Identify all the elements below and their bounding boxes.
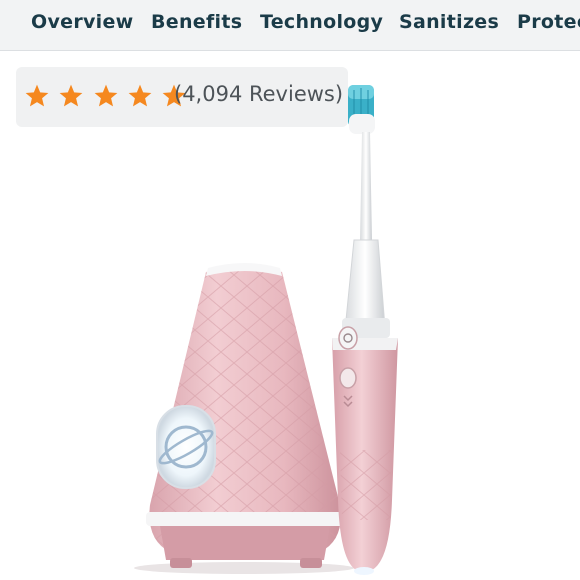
sanitizer-base	[146, 263, 344, 568]
rating-summary[interactable]: (4,094 Reviews)	[16, 67, 348, 127]
review-count-link[interactable]: (4,094 Reviews)	[174, 82, 343, 106]
star-icon	[59, 84, 83, 107]
star-icon	[128, 84, 152, 107]
star-icon	[94, 84, 117, 107]
star-icon	[25, 84, 49, 107]
star-rating	[24, 83, 190, 109]
toothbrush	[332, 85, 398, 575]
